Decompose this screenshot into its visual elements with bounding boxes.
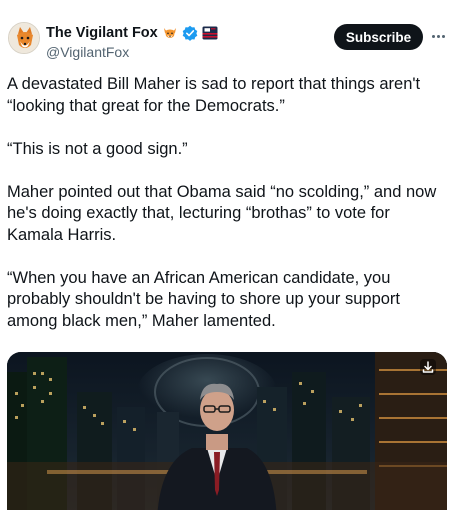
tweet-paragraph: A devastated Bill Maher is sad to report… xyxy=(7,75,421,115)
name-row: The Vigilant Fox xyxy=(46,24,218,42)
download-icon[interactable] xyxy=(419,358,437,376)
tweet-paragraph: Maher pointed out that Obama said “no sc… xyxy=(7,182,437,244)
avatar[interactable] xyxy=(8,22,40,54)
subscribe-button[interactable]: Subscribe xyxy=(334,24,423,50)
tweet-paragraph: “This is not a good sign.” xyxy=(7,139,188,158)
affiliate-flag-icon[interactable] xyxy=(202,25,218,41)
tweet-header: The Vigilant Fox @VigilantFox Subscribe xyxy=(0,0,452,70)
tweet-paragraph: “When you have an African American candi… xyxy=(7,268,400,330)
more-dot xyxy=(436,34,440,38)
more-dot xyxy=(431,34,435,38)
more-dot xyxy=(441,34,445,38)
more-options-icon[interactable] xyxy=(428,28,448,44)
verified-badge-icon[interactable] xyxy=(182,25,198,41)
video-player[interactable] xyxy=(7,352,447,510)
handle[interactable]: @VigilantFox xyxy=(46,44,129,60)
display-name[interactable]: The Vigilant Fox xyxy=(46,25,158,41)
tweet-text: A devastated Bill Maher is sad to report… xyxy=(7,74,447,332)
fox-emoji-icon xyxy=(162,25,178,41)
video-frame xyxy=(7,352,447,510)
